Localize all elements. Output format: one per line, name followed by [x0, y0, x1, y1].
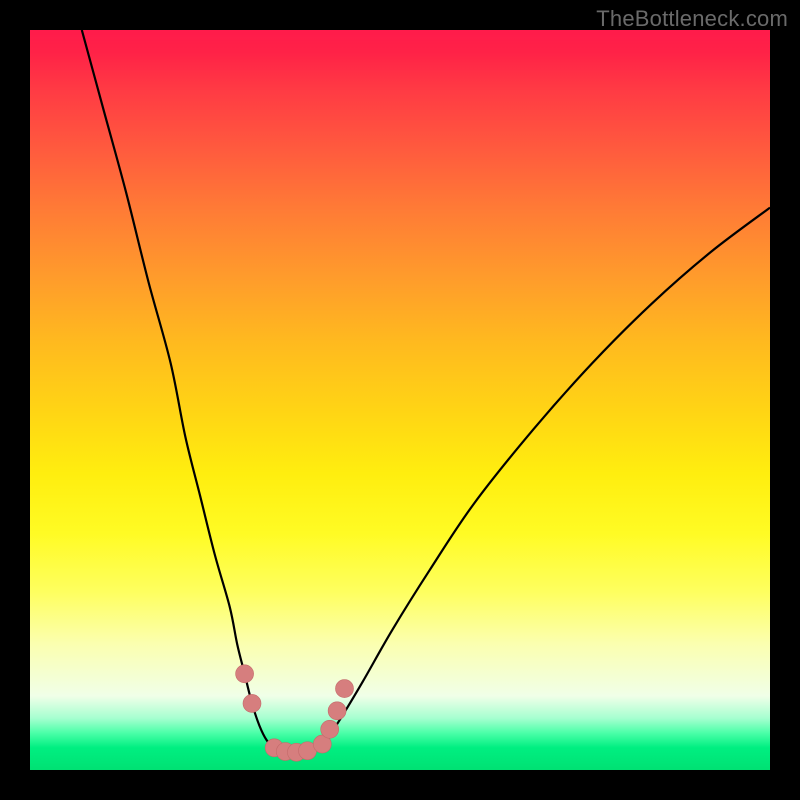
watermark-text: TheBottleneck.com	[596, 6, 788, 32]
marker-dot	[328, 702, 346, 720]
plot-area	[30, 30, 770, 770]
marker-dot	[243, 694, 261, 712]
marker-dot	[236, 665, 254, 683]
marker-dot	[321, 720, 339, 738]
curve-left-branch	[82, 30, 274, 748]
outer-frame: TheBottleneck.com	[0, 0, 800, 800]
markers-group	[236, 665, 354, 761]
curve-right-branch	[319, 208, 770, 748]
chart-svg	[30, 30, 770, 770]
marker-dot	[336, 680, 354, 698]
